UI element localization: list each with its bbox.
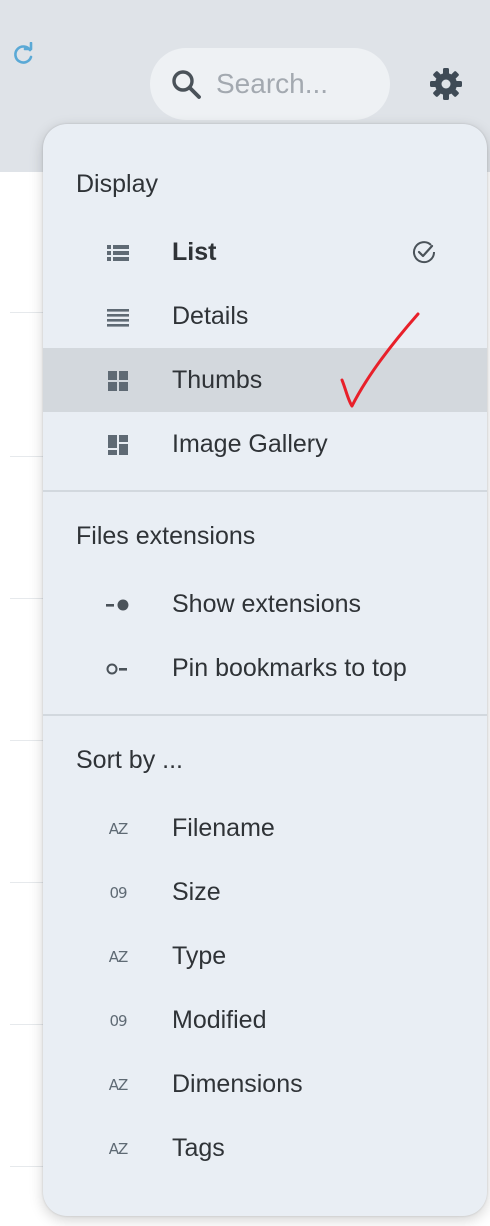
menu-item-sort-modified[interactable]: 09 Modified — [43, 988, 487, 1052]
menu-item-label: Image Gallery — [172, 430, 328, 458]
menu-item-label: Pin bookmarks to top — [172, 654, 407, 682]
menu-item-label: List — [172, 238, 217, 266]
menu-item-sort-tags[interactable]: AZ Tags — [43, 1116, 487, 1180]
menu-item-label: Size — [172, 878, 221, 906]
sort-alpha-icon: AZ — [108, 1076, 129, 1094]
search-input[interactable] — [216, 62, 376, 106]
menu-item-label: Dimensions — [172, 1070, 303, 1098]
menu-item-sort-type[interactable]: AZ Type — [43, 924, 487, 988]
menu-item-image-gallery[interactable]: Image Gallery — [43, 412, 487, 476]
details-lines-icon — [105, 304, 131, 330]
row-divider — [10, 1166, 46, 1167]
search-box[interactable] — [150, 48, 390, 120]
sort-numeric-icon: 09 — [109, 1012, 127, 1030]
sort-alpha-icon: AZ — [108, 1140, 129, 1158]
menu-item-label: Tags — [172, 1134, 225, 1162]
thumbs-grid-icon — [105, 368, 131, 394]
reload-icon[interactable] — [12, 42, 36, 66]
menu-item-label: Thumbs — [172, 366, 263, 394]
gallery-icon — [105, 432, 131, 458]
row-divider — [10, 598, 46, 599]
sort-numeric-icon: 09 — [109, 884, 127, 902]
row-divider — [10, 882, 46, 883]
toggle-off-icon — [105, 656, 131, 682]
section-title-sort-by: Sort by ... — [76, 746, 183, 774]
toggle-on-icon — [105, 592, 131, 618]
menu-item-sort-size[interactable]: 09 Size — [43, 860, 487, 924]
menu-item-label: Filename — [172, 814, 275, 842]
menu-item-pin-bookmarks[interactable]: Pin bookmarks to top — [43, 636, 487, 700]
row-divider — [10, 740, 46, 741]
sort-alpha-icon: AZ — [108, 948, 129, 966]
menu-item-list[interactable]: List — [43, 220, 487, 284]
menu-item-details[interactable]: Details — [43, 284, 487, 348]
menu-divider — [43, 490, 487, 492]
menu-item-sort-filename[interactable]: AZ Filename — [43, 796, 487, 860]
menu-item-label: Modified — [172, 1006, 267, 1034]
menu-item-show-extensions[interactable]: Show extensions — [43, 572, 487, 636]
search-icon — [172, 70, 201, 99]
check-circle-icon — [413, 241, 436, 264]
settings-dropdown-menu: Display List Details Thumbs Image Galler… — [43, 124, 487, 1216]
section-title-display: Display — [76, 170, 158, 198]
menu-item-thumbs[interactable]: Thumbs — [43, 348, 487, 412]
menu-item-label: Type — [172, 942, 227, 970]
row-divider — [10, 312, 46, 313]
menu-item-label: Show extensions — [172, 590, 362, 618]
sort-alpha-icon: AZ — [108, 820, 129, 838]
gear-icon[interactable] — [428, 66, 464, 102]
menu-item-label: Details — [172, 302, 249, 330]
row-divider — [10, 1024, 46, 1025]
list-icon — [105, 240, 131, 266]
section-title-files-extensions: Files extensions — [76, 522, 256, 550]
menu-item-sort-dimensions[interactable]: AZ Dimensions — [43, 1052, 487, 1116]
row-divider — [10, 456, 46, 457]
menu-divider — [43, 714, 487, 716]
